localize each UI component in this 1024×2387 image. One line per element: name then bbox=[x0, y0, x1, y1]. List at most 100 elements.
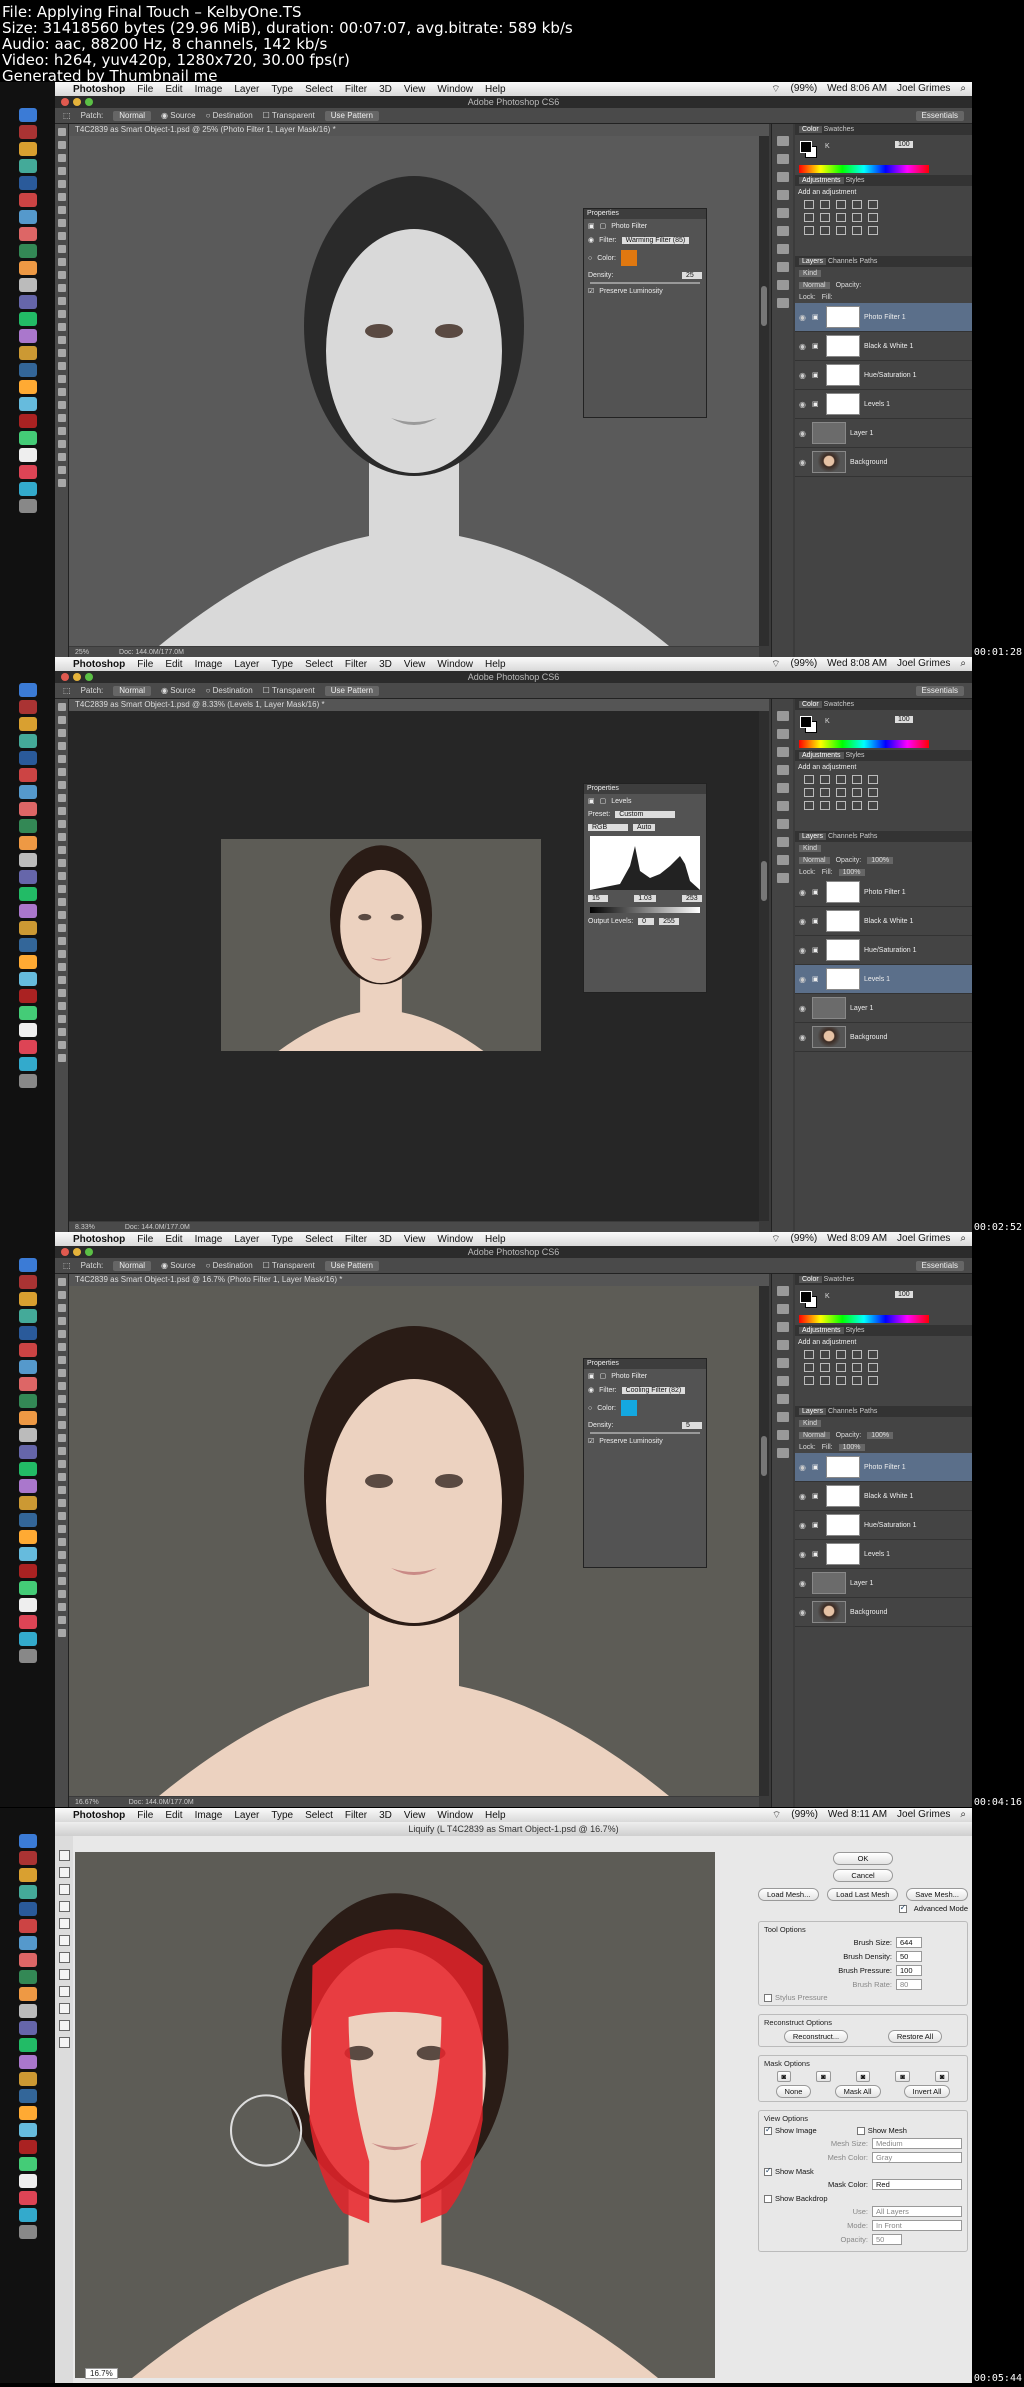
dock-app-icon[interactable] bbox=[18, 1292, 37, 1306]
adjustment-icon[interactable] bbox=[836, 801, 846, 810]
menu-item-filter[interactable]: Filter bbox=[345, 1234, 367, 1245]
dock-app-icon[interactable] bbox=[18, 921, 37, 935]
panel-icon[interactable] bbox=[776, 855, 789, 865]
tab-adjustments[interactable]: Adjustments bbox=[799, 752, 844, 759]
destination-radio[interactable]: ○ Destination bbox=[206, 111, 253, 120]
menu-app-name[interactable]: Photoshop bbox=[73, 84, 125, 95]
patch-mode-select[interactable]: Normal bbox=[113, 1260, 152, 1271]
layer-mask-thumbnail[interactable] bbox=[826, 1456, 860, 1478]
dock-app-icon[interactable] bbox=[18, 1040, 37, 1054]
dock-app-icon[interactable] bbox=[18, 1496, 37, 1510]
tool-icon[interactable] bbox=[57, 1356, 66, 1364]
dock-app-icon[interactable] bbox=[18, 989, 37, 1003]
dock-app-icon[interactable] bbox=[18, 499, 37, 513]
tool-icon[interactable] bbox=[57, 1551, 66, 1559]
mask-color-select[interactable]: Red bbox=[872, 2179, 962, 2191]
visibility-eye-icon[interactable]: ◉ bbox=[799, 313, 808, 322]
channel-dropdown[interactable]: RGB bbox=[588, 824, 628, 831]
dock-app-icon[interactable] bbox=[18, 836, 37, 850]
stylus-checkbox[interactable] bbox=[764, 1994, 772, 2003]
tool-icon[interactable] bbox=[57, 167, 66, 175]
dock-app-icon[interactable] bbox=[18, 2004, 37, 2018]
tool-icon[interactable] bbox=[57, 1434, 66, 1442]
tab-color[interactable]: Color bbox=[799, 701, 822, 708]
tool-icon[interactable] bbox=[57, 323, 66, 331]
menu-item-image[interactable]: Image bbox=[195, 84, 223, 95]
tab-channels[interactable]: Channels Paths bbox=[826, 833, 877, 840]
adjustment-icon[interactable] bbox=[804, 788, 814, 797]
menu-item-window[interactable]: Window bbox=[437, 659, 473, 670]
adjustment-icon[interactable] bbox=[852, 226, 862, 235]
panel-icon[interactable] bbox=[776, 765, 789, 775]
adjustment-icon[interactable] bbox=[804, 775, 814, 784]
dock-app-icon[interactable] bbox=[18, 1547, 37, 1561]
panel-icon[interactable] bbox=[776, 172, 789, 182]
layer-mask-thumbnail[interactable] bbox=[826, 939, 860, 961]
mask-icon[interactable]: ▢ bbox=[600, 797, 607, 805]
menu-item-file[interactable]: File bbox=[137, 659, 153, 670]
dock-app-icon[interactable] bbox=[18, 1360, 37, 1374]
source-radio[interactable]: ◉ Source bbox=[161, 686, 196, 695]
backdrop-option-select[interactable]: In Front bbox=[872, 2220, 962, 2232]
adjustment-icon[interactable] bbox=[852, 213, 862, 222]
menu-item-select[interactable]: Select bbox=[305, 84, 333, 95]
panel-icon[interactable] bbox=[776, 136, 789, 146]
dock-app-icon[interactable] bbox=[18, 2021, 37, 2035]
tool-icon[interactable] bbox=[57, 1616, 66, 1624]
panel-icon[interactable] bbox=[776, 729, 789, 739]
patch-tool-icon[interactable]: ⬚ bbox=[63, 686, 71, 695]
tool-icon[interactable] bbox=[57, 284, 66, 292]
document-size[interactable]: Doc: 144.0M/177.0M bbox=[129, 1799, 194, 1806]
visibility-eye-icon[interactable]: ◉ bbox=[799, 458, 808, 467]
visibility-eye-icon[interactable]: ◉ bbox=[799, 975, 808, 984]
layer-mask-thumbnail[interactable] bbox=[826, 910, 860, 932]
menu-item-layer[interactable]: Layer bbox=[234, 1234, 259, 1245]
save-mesh-button[interactable]: Save Mesh... bbox=[906, 1888, 968, 1901]
tool-icon[interactable] bbox=[57, 768, 66, 776]
close-button[interactable] bbox=[61, 1248, 69, 1256]
mask-none-button[interactable]: None bbox=[775, 2085, 812, 2099]
panel-icon[interactable] bbox=[776, 154, 789, 164]
layer-row[interactable]: ◉ ▣ Black & White 1 bbox=[795, 332, 972, 361]
panel-icon[interactable] bbox=[776, 801, 789, 811]
mask-all-button[interactable]: Mask All bbox=[834, 2085, 881, 2099]
panel-icon[interactable] bbox=[776, 783, 789, 793]
dock-app-icon[interactable] bbox=[18, 768, 37, 782]
liquify-tool-icon[interactable] bbox=[58, 1986, 70, 1997]
battery-indicator[interactable]: (99%) bbox=[790, 658, 817, 671]
tool-icon[interactable] bbox=[57, 310, 66, 318]
tool-icon[interactable] bbox=[57, 1304, 66, 1312]
panel-icon[interactable] bbox=[776, 711, 789, 721]
layer-thumbnail[interactable] bbox=[812, 422, 846, 444]
liquify-tool-icon[interactable] bbox=[58, 1850, 70, 1861]
menu-item-help[interactable]: Help bbox=[485, 1234, 506, 1245]
mask-mode-icon[interactable]: ◙ bbox=[934, 2071, 950, 2083]
tab-adjustments[interactable]: Adjustments bbox=[799, 177, 844, 184]
tool-icon[interactable] bbox=[57, 1525, 66, 1533]
dock-app-icon[interactable] bbox=[18, 853, 37, 867]
panel-icon[interactable] bbox=[776, 1322, 789, 1332]
user-name[interactable]: Joel Grimes bbox=[897, 83, 950, 96]
adjustment-icon[interactable] bbox=[852, 200, 862, 209]
close-button[interactable] bbox=[61, 673, 69, 681]
dock-app-icon[interactable] bbox=[18, 1258, 37, 1272]
layer-mask-thumbnail[interactable] bbox=[826, 881, 860, 903]
dock-app-icon[interactable] bbox=[18, 1006, 37, 1020]
layer-mask-thumbnail[interactable] bbox=[826, 1485, 860, 1507]
dock-app-icon[interactable] bbox=[18, 1953, 37, 1967]
tool-icon[interactable] bbox=[57, 206, 66, 214]
tool-icon[interactable] bbox=[57, 1278, 66, 1286]
tool-icon[interactable] bbox=[57, 479, 66, 487]
menu-item-view[interactable]: View bbox=[404, 1234, 426, 1245]
menu-item-file[interactable]: File bbox=[137, 84, 153, 95]
dock-app-icon[interactable] bbox=[18, 2038, 37, 2052]
tool-icon[interactable] bbox=[57, 1473, 66, 1481]
panel-icon[interactable] bbox=[776, 262, 789, 272]
dock-app-icon[interactable] bbox=[18, 465, 37, 479]
tool-icon[interactable] bbox=[57, 1486, 66, 1494]
dock-app-icon[interactable] bbox=[18, 1326, 37, 1340]
panel-icon[interactable] bbox=[776, 298, 789, 308]
dock-app-icon[interactable] bbox=[18, 1564, 37, 1578]
dock-app-icon[interactable] bbox=[18, 295, 37, 309]
menu-item-select[interactable]: Select bbox=[305, 1234, 333, 1245]
